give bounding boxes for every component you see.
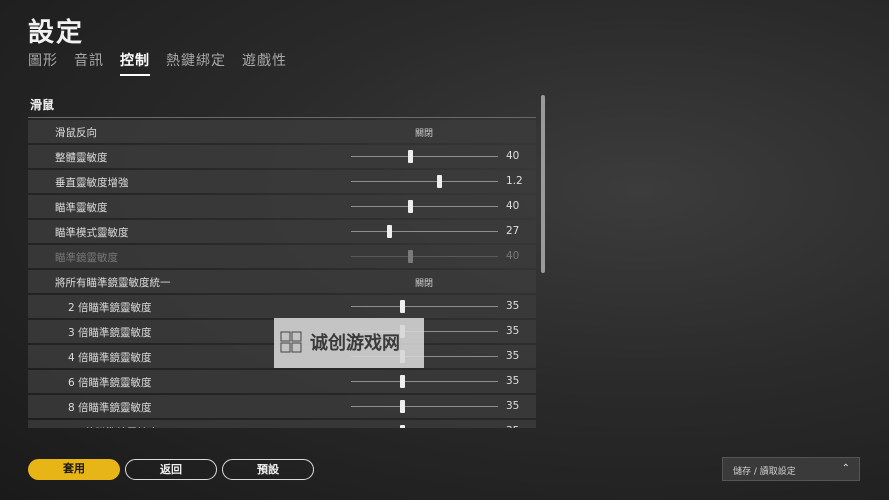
setting-row[interactable]: 將所有瞄準鏡靈敏度統一 關閉 — [28, 270, 536, 293]
setting-row[interactable]: 15 倍瞄準鏡靈敏度 35 — [28, 420, 536, 428]
watermark: 诚创游戏网 — [274, 318, 424, 368]
setting-row[interactable]: 2 倍瞄準鏡靈敏度 35 — [28, 295, 536, 318]
section-title-mouse: 滑鼠 — [28, 95, 536, 118]
slider-track[interactable] — [351, 381, 498, 382]
scrollbar[interactable] — [541, 95, 545, 273]
settings-list: 滑鼠反向 關閉 整體靈敏度 40 垂直靈敏度增強 1.2 瞄準靈敏度 40 瞄準模式靈敏度 27 瞄… — [28, 120, 536, 428]
tab-graphics[interactable]: 圖形 — [28, 50, 58, 76]
reset-defaults-button[interactable]: 預設 — [222, 459, 314, 480]
setting-row[interactable]: 垂直靈敏度增強 1.2 — [28, 170, 536, 193]
slider-value: 40 — [506, 200, 520, 212]
setting-label: 2 倍瞄準鏡靈敏度 — [68, 302, 152, 314]
setting-toggle[interactable]: 關閉 — [415, 276, 433, 289]
slider-handle[interactable] — [400, 425, 406, 428]
slider-value: 35 — [506, 325, 520, 337]
setting-label: 整體靈敏度 — [55, 152, 108, 164]
setting-label: 瞄準靈敏度 — [55, 202, 108, 214]
slider-value: 35 — [506, 425, 519, 428]
setting-row[interactable]: 瞄準靈敏度 40 — [28, 195, 536, 218]
slider-track[interactable] — [351, 306, 498, 307]
setting-label: 15 倍瞄準鏡靈敏度 — [68, 425, 158, 428]
setting-label: 滑鼠反向 — [55, 127, 97, 139]
setting-toggle[interactable]: 關閉 — [415, 126, 433, 139]
setting-row[interactable]: 8 倍瞄準鏡靈敏度 35 — [28, 395, 536, 418]
watermark-text: 诚创游戏网 — [310, 333, 400, 354]
setting-row[interactable]: 整體靈敏度 40 — [28, 145, 536, 168]
slider-value: 40 — [506, 250, 520, 262]
tab-controls[interactable]: 控制 — [120, 50, 150, 76]
slider-track — [351, 256, 498, 257]
slider-value: 35 — [506, 375, 520, 387]
setting-label: 將所有瞄準鏡靈敏度統一 — [55, 277, 171, 289]
tab-audio[interactable]: 音訊 — [74, 50, 104, 76]
slider-value: 1.2 — [506, 175, 523, 187]
slider-handle[interactable] — [400, 300, 406, 313]
slider-handle[interactable] — [407, 200, 413, 213]
setting-label: 3 倍瞄準鏡靈敏度 — [68, 327, 152, 339]
back-button[interactable]: 返回 — [125, 459, 217, 480]
setting-row[interactable]: 滑鼠反向 關閉 — [28, 120, 536, 143]
setting-row[interactable]: 6 倍瞄準鏡靈敏度 35 — [28, 370, 536, 393]
setting-row: 瞄準鏡靈敏度 40 — [28, 245, 536, 268]
setting-label: 垂直靈敏度增強 — [55, 177, 129, 189]
settings-tabs: 圖形 音訊 控制 熱鍵綁定 遊戲性 — [28, 50, 303, 76]
setting-label: 8 倍瞄準鏡靈敏度 — [68, 402, 152, 414]
slider-value: 35 — [506, 350, 520, 362]
settings-panel: 滑鼠 滑鼠反向 關閉 整體靈敏度 40 垂直靈敏度增強 1.2 瞄準靈敏度 40 瞄準模式靈敏度… — [28, 95, 536, 428]
setting-label: 瞄準鏡靈敏度 — [55, 252, 118, 264]
slider-value: 27 — [506, 225, 520, 237]
save-load-label: 儲存 / 讀取設定 — [733, 467, 796, 477]
slider-handle[interactable] — [400, 375, 406, 388]
slider-value: 35 — [506, 400, 520, 412]
slider-handle[interactable] — [407, 150, 413, 163]
setting-label: 4 倍瞄準鏡靈敏度 — [68, 352, 152, 364]
slider-handle[interactable] — [400, 400, 406, 413]
slider-handle[interactable] — [387, 225, 393, 238]
apply-button[interactable]: 套用 — [28, 459, 120, 480]
slider-track[interactable] — [351, 206, 498, 207]
slider-track[interactable] — [351, 156, 498, 157]
slider-handle[interactable] — [437, 175, 443, 188]
setting-label: 瞄準模式靈敏度 — [55, 227, 129, 239]
page-title: 設定 — [28, 18, 85, 48]
slider-value: 40 — [506, 150, 520, 162]
slider-handle — [407, 250, 413, 263]
setting-label: 6 倍瞄準鏡靈敏度 — [68, 377, 152, 389]
slider-value: 35 — [506, 300, 520, 312]
tab-keybindings[interactable]: 熱鍵綁定 — [166, 50, 226, 76]
save-load-settings-button[interactable]: 儲存 / 讀取設定 ⌃ — [722, 457, 860, 481]
slider-track[interactable] — [351, 231, 498, 232]
slider-track[interactable] — [351, 181, 498, 182]
tab-gameplay[interactable]: 遊戲性 — [242, 50, 287, 76]
setting-row[interactable]: 瞄準模式靈敏度 27 — [28, 220, 536, 243]
chevron-up-icon: ⌃ — [841, 463, 850, 474]
watermark-logo-icon — [280, 331, 302, 353]
slider-track[interactable] — [351, 406, 498, 407]
